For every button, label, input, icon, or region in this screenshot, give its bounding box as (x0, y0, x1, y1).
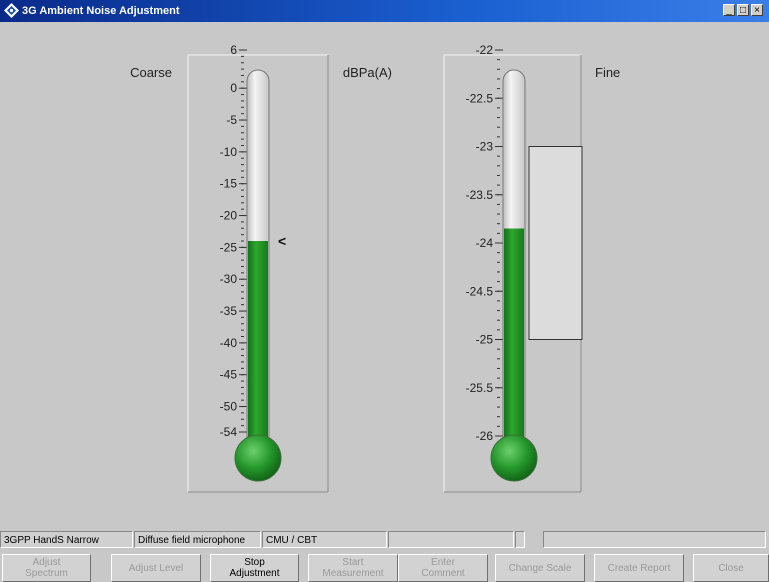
coarse-bulb (234, 434, 282, 482)
adjust-spectrum-button[interactable]: Adjust Spectrum (2, 554, 91, 582)
fine-label: Fine (595, 65, 620, 80)
adjust-level-button[interactable]: Adjust Level (111, 554, 201, 582)
fine-tick-label: -22 (476, 43, 494, 57)
unit-label: dBPa(A) (343, 65, 392, 80)
status-microphone: Diffuse field microphone (134, 531, 261, 548)
level-marker: < (278, 233, 286, 249)
coarse-tick-label: -54 (220, 425, 238, 439)
coarse-mercury (248, 241, 268, 458)
fine-tick-label: -26 (476, 429, 494, 443)
coarse-tick-label: -15 (220, 177, 238, 191)
fine-bulb (490, 434, 538, 482)
status-standard: 3GPP HandS Narrow (0, 531, 133, 548)
fine-tick-label: -25.5 (466, 381, 494, 395)
app-logo-icon (4, 3, 19, 18)
coarse-tick-label: -5 (226, 113, 237, 127)
fine-tick-label: -24 (476, 236, 494, 250)
gauge-panel: Coarse dBPa(A) Fine 6 0 -5 -10 -15 -20 -25 -30 -… (130, 43, 620, 493)
fine-tick-label: -24.5 (466, 284, 494, 298)
change-scale-button[interactable]: Change Scale (495, 554, 585, 582)
stop-adjustment-button[interactable]: Stop Adjustment (210, 554, 299, 582)
fine-gauge: -22 -22.5 -23 -23.5 -24 -24.5 -25 -25.5 -26 (443, 43, 583, 493)
start-measurement-button[interactable]: Start Measurement (308, 554, 398, 582)
fine-tick-label: -23.5 (466, 188, 494, 202)
coarse-tick-label: -35 (220, 304, 238, 318)
fine-tick-label: -23 (476, 140, 494, 154)
coarse-tick-label: -10 (220, 145, 238, 159)
coarse-tick-label: -50 (220, 400, 238, 414)
coarse-tick-label: 0 (230, 81, 237, 95)
window-title: 3G Ambient Noise Adjustment (22, 5, 180, 17)
enter-comment-button[interactable]: Enter Comment (398, 554, 488, 582)
status-field-4 (388, 531, 514, 548)
fine-zoom-window (528, 146, 583, 340)
coarse-tick-label: -30 (220, 272, 238, 286)
create-report-button[interactable]: Create Report (594, 554, 684, 582)
status-instrument: CMU / CBT (262, 531, 387, 548)
fine-tick-label: -22.5 (466, 91, 494, 105)
fine-tick-label: -25 (476, 333, 494, 347)
minimize-button[interactable]: _ (723, 4, 735, 16)
close-window-button[interactable]: × (751, 4, 763, 16)
coarse-gauge: 6 0 -5 -10 -15 -20 -25 -30 -35 -40 -45 -50 -54 < (187, 43, 329, 493)
title-bar: 3G Ambient Noise Adjustment _ □ × (0, 0, 769, 22)
status-field-5 (515, 531, 525, 548)
maximize-button[interactable]: □ (737, 4, 749, 16)
coarse-label: Coarse (130, 65, 172, 80)
coarse-tick-label: -25 (220, 240, 238, 254)
coarse-tick-label: 6 (230, 43, 237, 57)
coarse-tick-label: -20 (220, 209, 238, 223)
coarse-tick-label: -40 (220, 336, 238, 350)
fine-mercury (504, 228, 524, 458)
coarse-tick-label: -45 (220, 368, 238, 382)
status-progress (543, 531, 766, 548)
close-button[interactable]: Close (693, 554, 769, 582)
